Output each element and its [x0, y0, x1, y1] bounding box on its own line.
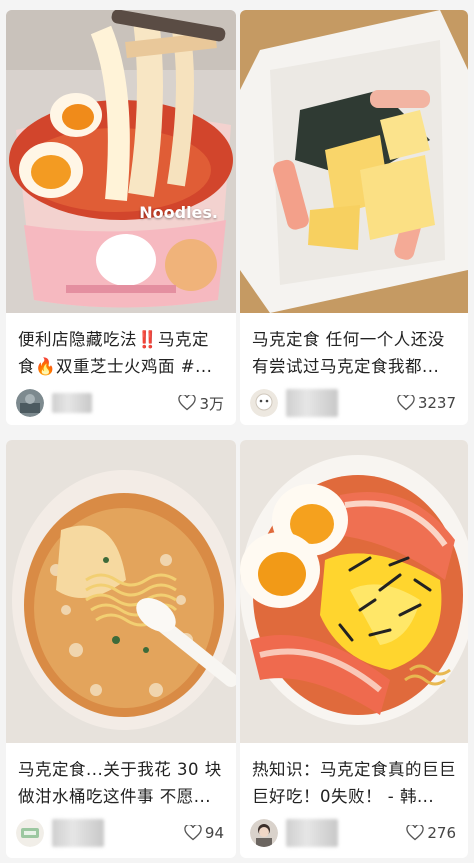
heart-outline-icon [178, 395, 197, 411]
heart-outline-icon [406, 825, 425, 841]
author-avatar[interactable] [250, 819, 278, 847]
note-title[interactable]: 马克定食...关于我花 30 块做泔水桶吃这件事 不愿... [18, 756, 226, 810]
like-count: 94 [204, 824, 224, 842]
note-card[interactable]: 热知识：马克定食真的巨巨巨好吃！0失败！ - 韩... 276 [240, 440, 468, 858]
author-avatar[interactable] [16, 819, 44, 847]
like-counter[interactable]: 3237 [397, 394, 456, 412]
note-meta: 3万 [16, 387, 224, 419]
note-card[interactable]: Noodles. 便利店隐藏吃法‼️马克定食🔥双重芝士火鸡面 #... 3万 [6, 10, 236, 425]
author-name-blurred[interactable] [52, 819, 104, 847]
note-cover-image[interactable] [240, 440, 468, 743]
author-name-blurred[interactable] [286, 389, 338, 417]
note-meta: 3237 [250, 387, 456, 419]
note-cover-image[interactable] [240, 10, 468, 313]
heart-outline-icon [397, 395, 415, 411]
noodle-cup-photo [6, 10, 236, 313]
cheese-noodle-bowl-photo [240, 440, 468, 743]
like-counter[interactable]: 94 [184, 824, 224, 842]
note-title[interactable]: 热知识：马克定食真的巨巨巨好吃！0失败！ - 韩... [252, 756, 458, 810]
note-card[interactable]: 马克定食 任何一个人还没有尝试过马克定食我都... 3237 [240, 10, 468, 425]
author-avatar[interactable] [16, 389, 44, 417]
author-name-blurred[interactable] [52, 393, 92, 413]
noodle-bowl-photo [6, 440, 236, 743]
author-name-blurred[interactable] [286, 819, 338, 847]
like-counter[interactable]: 3万 [178, 393, 224, 414]
note-meta: 94 [16, 817, 224, 849]
like-count: 3237 [417, 394, 456, 412]
takeout-box-photo [240, 10, 468, 313]
author-avatar[interactable] [250, 389, 278, 417]
heart-outline-icon [184, 825, 202, 841]
like-count: 3万 [199, 394, 224, 413]
like-counter[interactable]: 276 [406, 824, 456, 842]
note-cover-image[interactable] [6, 440, 236, 743]
note-title[interactable]: 马克定食 任何一个人还没有尝试过马克定食我都... [252, 326, 458, 380]
note-meta: 276 [250, 817, 456, 849]
image-overlay-text: Noodles. [139, 203, 218, 222]
note-card[interactable]: 马克定食...关于我花 30 块做泔水桶吃这件事 不愿... 94 [6, 440, 236, 858]
note-feed: Noodles. 便利店隐藏吃法‼️马克定食🔥双重芝士火鸡面 #... 3万 马… [0, 0, 474, 863]
like-count: 276 [427, 824, 456, 842]
note-cover-image[interactable]: Noodles. [6, 10, 236, 313]
note-title[interactable]: 便利店隐藏吃法‼️马克定食🔥双重芝士火鸡面 #... [18, 326, 226, 380]
